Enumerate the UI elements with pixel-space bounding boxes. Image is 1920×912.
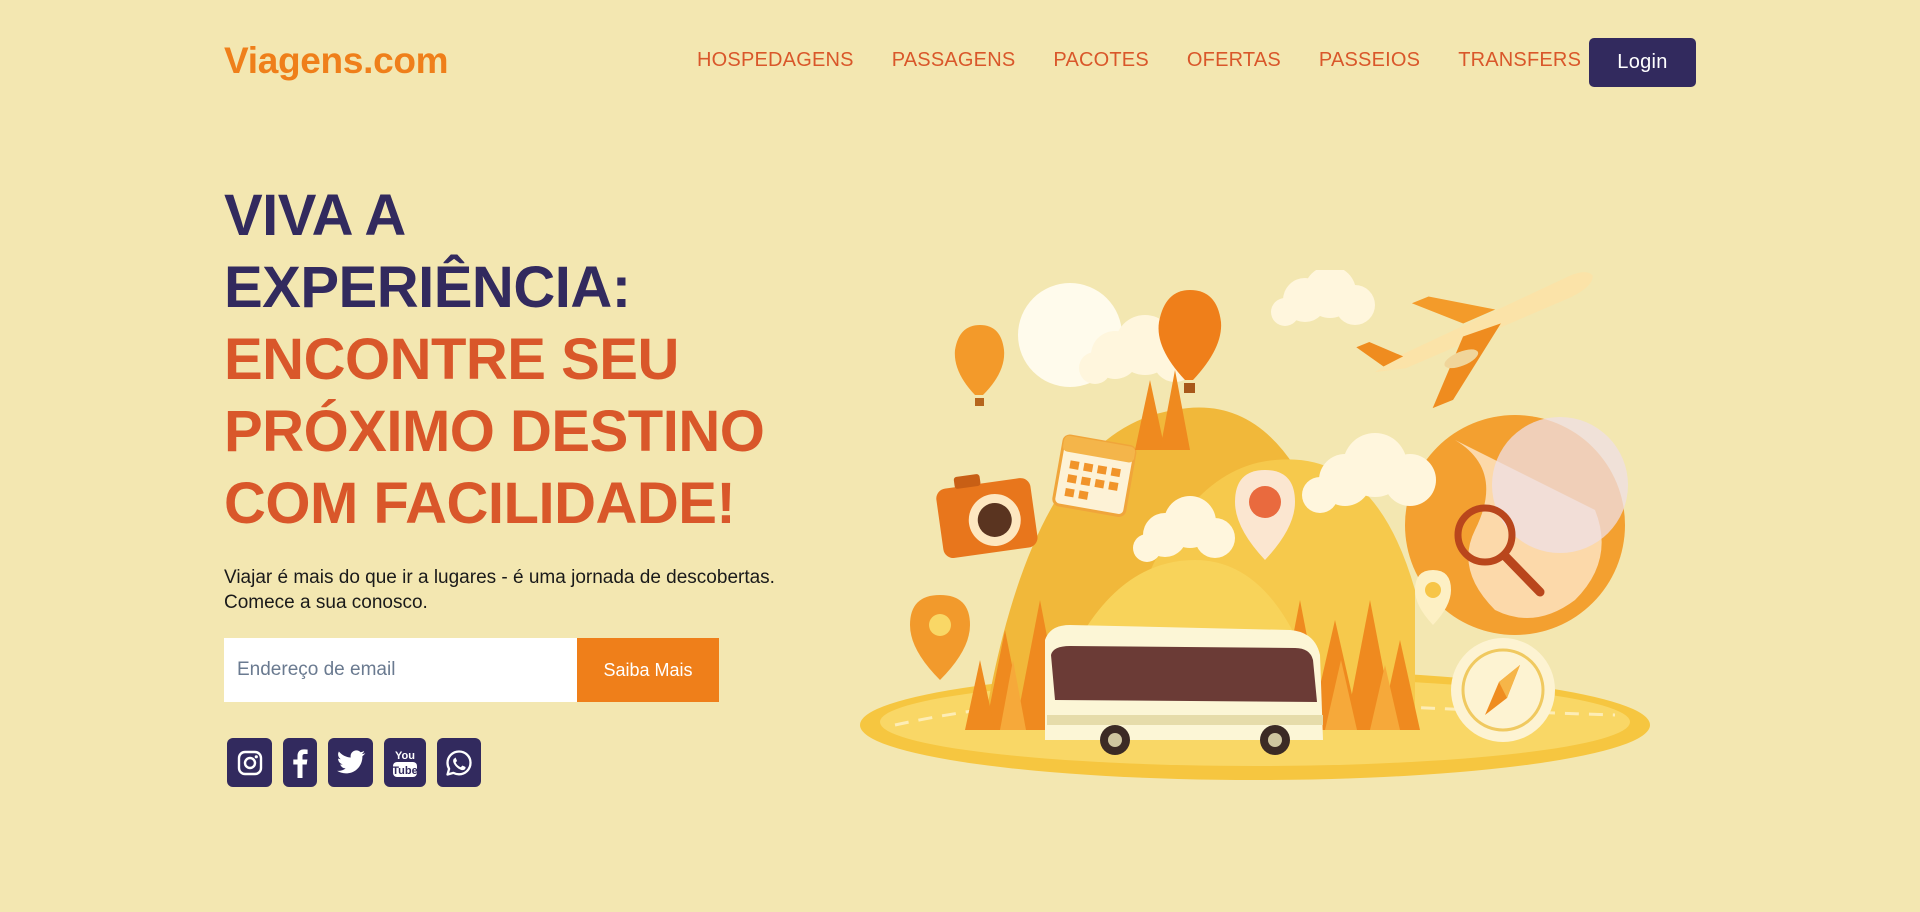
whatsapp-icon[interactable]: [437, 738, 481, 787]
social-links: You Tube: [227, 738, 481, 787]
instagram-icon[interactable]: [227, 738, 272, 787]
nav-passagens[interactable]: PASSAGENS: [892, 49, 1016, 72]
hero-headline: VIVA A EXPERIÊNCIA: ENCONTRE SEU PRÓXIMO…: [224, 180, 765, 540]
svg-text:You: You: [395, 750, 415, 762]
login-button[interactable]: Login: [1589, 38, 1696, 87]
twitter-icon[interactable]: [328, 738, 373, 787]
newsletter-form: Saiba Mais: [224, 638, 719, 702]
youtube-icon[interactable]: You Tube: [384, 738, 426, 787]
email-input[interactable]: [224, 638, 577, 702]
saiba-mais-button[interactable]: Saiba Mais: [577, 638, 719, 702]
headline-line: COM FACILIDADE!: [224, 471, 736, 536]
site-logo[interactable]: Viagens.com: [224, 40, 449, 82]
subtitle-line: Comece a sua conosco.: [224, 592, 428, 613]
nav-ofertas[interactable]: OFERTAS: [1187, 49, 1281, 72]
hero-subtitle: Viajar é mais do que ir a lugares - é um…: [224, 565, 775, 615]
headline-line: VIVA A: [224, 183, 406, 248]
nav-pacotes[interactable]: PACOTES: [1053, 49, 1149, 72]
facebook-icon[interactable]: [283, 738, 317, 787]
travel-illustration: [860, 270, 1650, 780]
subtitle-line: Viajar é mais do que ir a lugares - é um…: [224, 567, 775, 588]
landing-page: Viagens.com HOSPEDAGENS PASSAGENS PACOTE…: [0, 0, 1920, 912]
nav-transfers[interactable]: TRANSFERS: [1458, 49, 1581, 72]
headline-line: ENCONTRE SEU: [224, 327, 679, 392]
main-nav: HOSPEDAGENS PASSAGENS PACOTES OFERTAS PA…: [697, 49, 1581, 72]
headline-line: PRÓXIMO DESTINO: [224, 399, 765, 464]
nav-passeios[interactable]: PASSEIOS: [1319, 49, 1420, 72]
nav-hospedagens[interactable]: HOSPEDAGENS: [697, 49, 854, 72]
headline-line: EXPERIÊNCIA:: [224, 255, 631, 320]
svg-text:Tube: Tube: [392, 765, 417, 777]
